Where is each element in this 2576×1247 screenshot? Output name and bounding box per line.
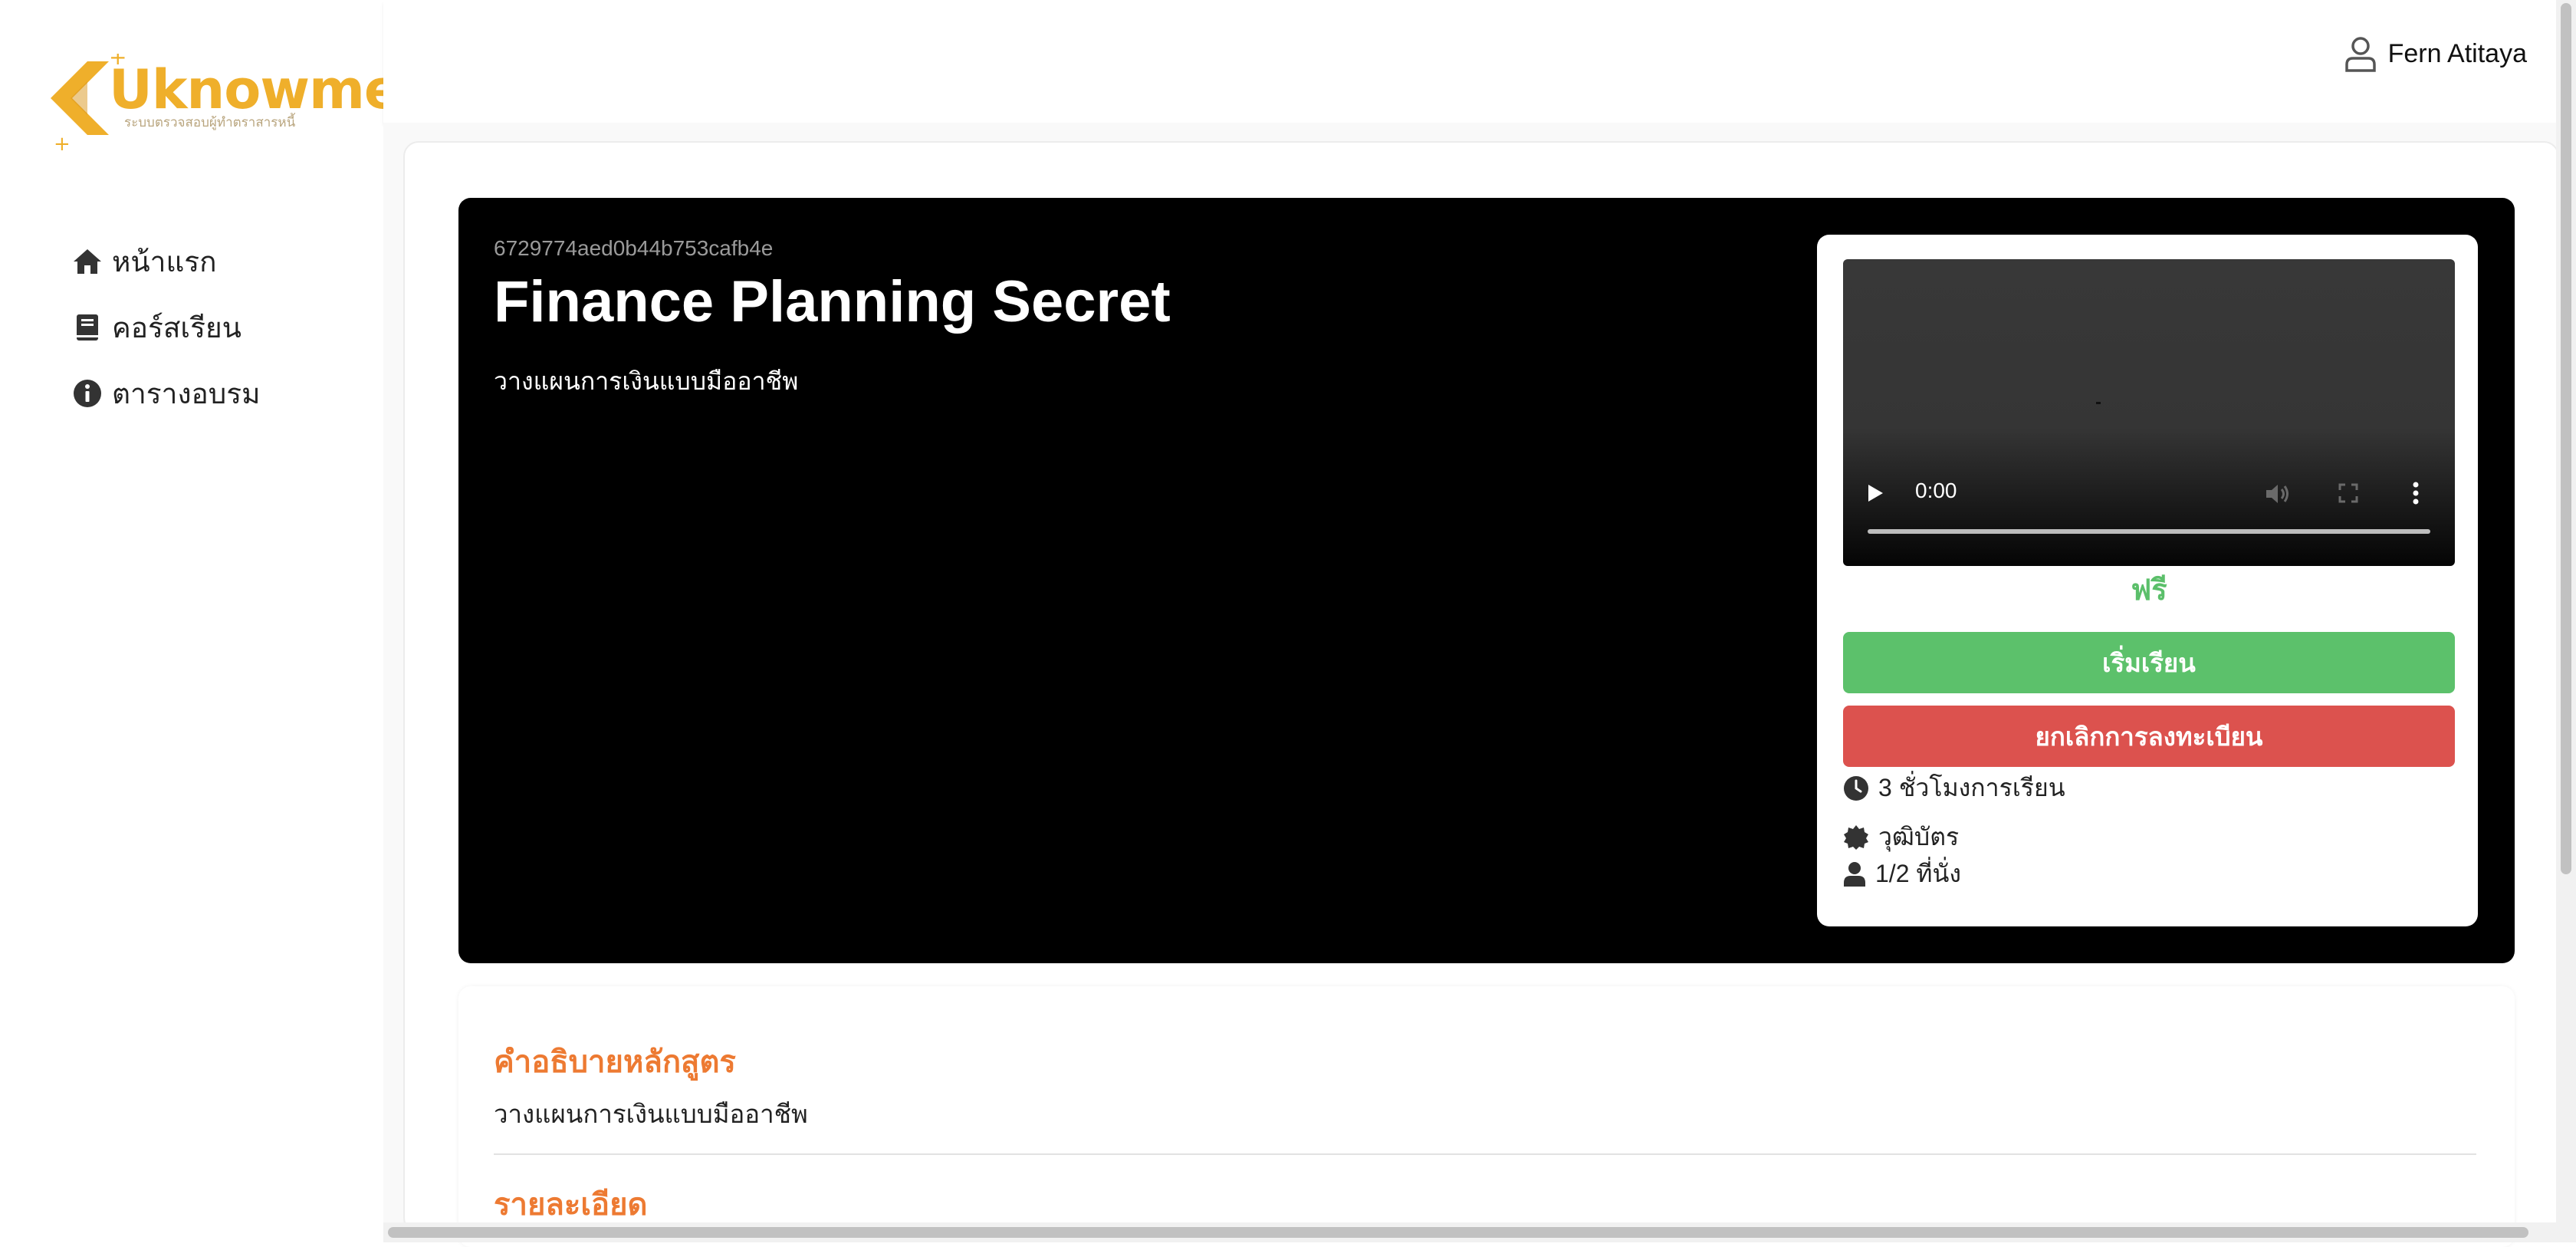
vertical-scrollbar[interactable] [2556,0,2576,1242]
sidebar-item-label: ตารางอบรม [112,377,261,410]
sidebar: + + Uknowme ระบบตรวจสอบผู้ทำตราสารหนี้ ห… [0,0,400,1242]
info-circle-icon [71,377,104,410]
course-seats: 1/2 ที่นั่ง [1843,854,1961,893]
course-title: Finance Planning Secret [494,269,1171,334]
clock-icon [1844,775,1868,801]
sidebar-item-courses[interactable]: คอร์สเรียน [71,294,261,360]
user-icon [2344,37,2376,72]
svg-text:+: + [54,133,71,156]
vertical-scrollbar-thumb[interactable] [2561,3,2571,874]
book-icon [71,311,104,344]
brand-tagline: ระบบตรวจสอบผู้ทำตราสารหนี้ [124,115,296,130]
course-description-card: คำอธิบายหลักสูตร วางแผนการเงินแบบมืออาชี… [458,986,2515,1247]
course-short-description: วางแผนการเงินแบบมืออาชีพ [494,367,799,395]
sidebar-item-home[interactable]: หน้าแรก [71,229,261,294]
video-progress-bar[interactable] [1868,529,2430,534]
course-seats-text: 1/2 ที่นั่ง [1875,860,1961,887]
sidebar-item-schedule[interactable]: ตารางอบรม [71,360,261,426]
enroll-card: 0:00 ฟรี เริ่มเรียน ยกเลิกการลงทะเบียน 3… [1817,235,2478,926]
course-price: ฟรี [2131,574,2167,607]
more-options-icon[interactable] [2412,482,2420,505]
user-name: Fern Atitaya [2387,38,2527,68]
sidebar-item-label: คอร์สเรียน [112,311,242,344]
video-time: 0:00 [1915,479,1957,502]
details-heading: รายละเอียด [494,1188,648,1222]
course-hours-text: 3 ชั่วโมงการเรียน [1878,774,2065,801]
course-hours: 3 ชั่วโมงการเรียน [1843,768,2065,808]
play-icon[interactable] [1866,483,1884,503]
brand-logo[interactable]: + + Uknowme ระบบตรวจสอบผู้ทำตราสารหนี้ [41,48,400,156]
start-learning-button[interactable]: เริ่มเรียน [1843,632,2455,693]
volume-icon[interactable] [2265,483,2291,505]
course-certificate-text: วุฒิบัตร [1878,823,1960,851]
description-text: วางแผนการเงินแบบมืออาชีพ [494,1100,808,1128]
course-id: 6729774aed0b44b753cafb4e [494,236,774,260]
home-icon [71,245,104,278]
person-icon [1844,861,1865,887]
divider [494,1153,2476,1155]
user-menu[interactable]: Fern Atitaya [2344,35,2527,72]
course-certificate: วุฒิบัตร [1843,818,1959,857]
video-frame [2096,402,2101,404]
certificate-badge-icon [1844,824,1868,850]
horizontal-scrollbar-thumb[interactable] [388,1227,2528,1238]
description-heading: คำอธิบายหลักสูตร [494,1045,736,1079]
course-hero: 6729774aed0b44b753cafb4e Finance Plannin… [458,198,2515,963]
cancel-registration-button[interactable]: ยกเลิกการลงทะเบียน [1843,706,2455,767]
sidebar-nav: หน้าแรก คอร์สเรียน ตารางอบรม [71,229,261,426]
top-header: Fern Atitaya [383,0,2556,123]
video-player[interactable]: 0:00 [1843,259,2455,566]
sidebar-item-label: หน้าแรก [112,245,217,278]
fullscreen-icon[interactable] [2338,483,2358,503]
horizontal-scrollbar[interactable] [383,1222,2556,1242]
